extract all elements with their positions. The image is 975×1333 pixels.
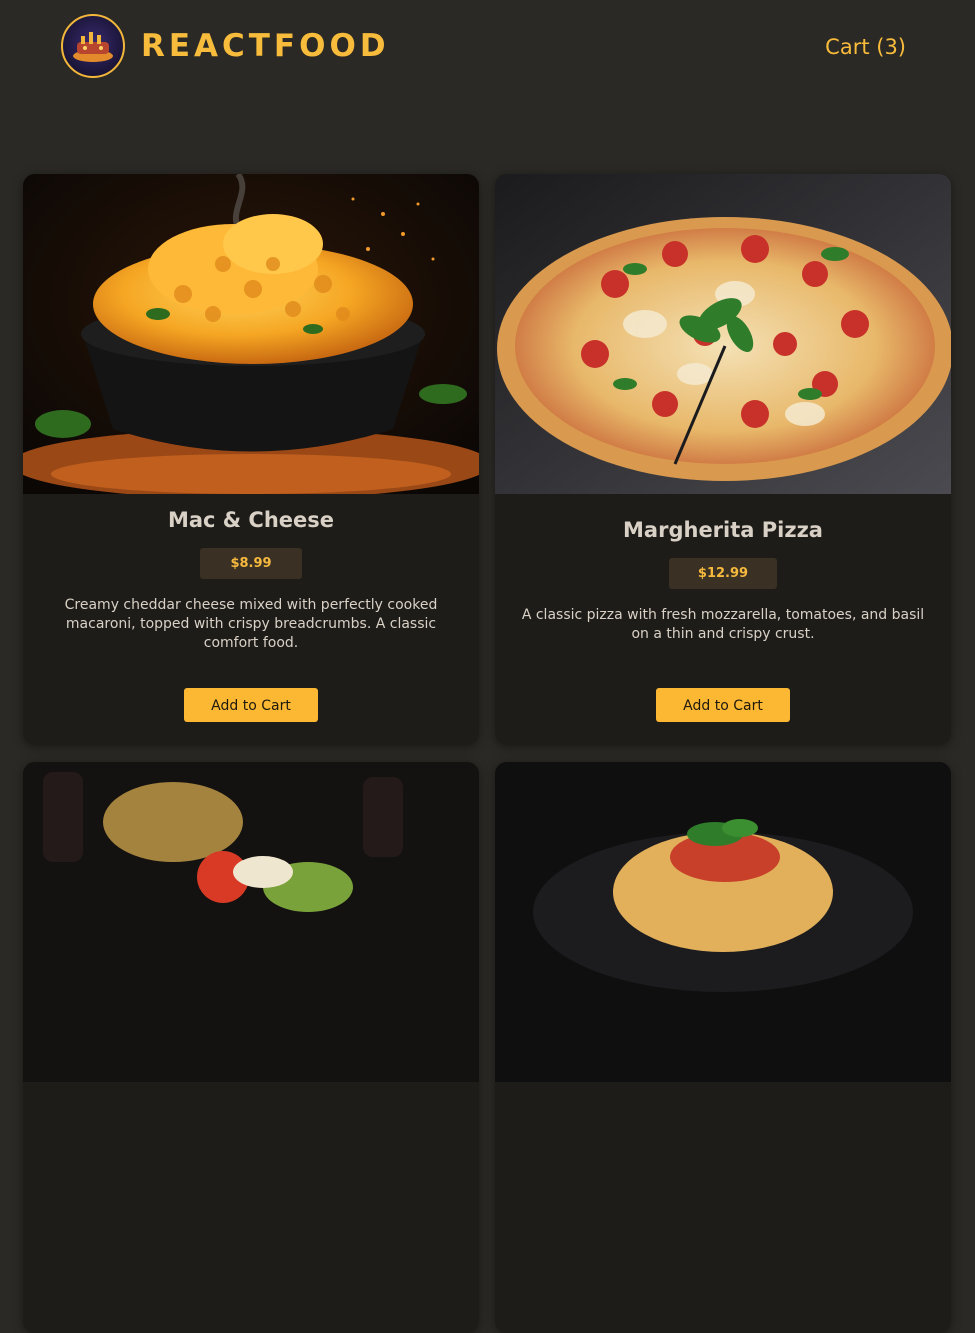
meal-title: Mac & Cheese — [167, 508, 335, 532]
logo-icon — [61, 14, 125, 78]
brand-title: REACTFOOD — [141, 28, 390, 64]
meal-image-salad — [23, 762, 479, 1082]
meal-description: Creamy cheddar cheese mixed with perfect… — [64, 597, 438, 651]
meal-price: $8.99 — [200, 548, 302, 579]
main-header: REACTFOOD Cart (3) — [0, 0, 975, 95]
meal-title: Margherita Pizza — [623, 518, 823, 542]
add-to-cart-button[interactable]: Add to Cart — [656, 688, 790, 722]
meal-description: A classic pizza with fresh mozzarella, t… — [521, 607, 925, 642]
meal-card-pasta — [495, 762, 951, 1333]
meal-image-mac-and-cheese — [23, 174, 479, 494]
meal-card-mac-and-cheese: Mac & Cheese $8.99 Creamy cheddar cheese… — [23, 174, 479, 745]
meal-image-pasta — [495, 762, 951, 1082]
meal-image-margherita-pizza — [495, 174, 951, 494]
meal-card-margherita-pizza: Margherita Pizza $12.99 A classic pizza … — [495, 174, 951, 745]
meal-price: $12.99 — [669, 558, 777, 589]
cart-button[interactable]: Cart (3) — [825, 31, 906, 63]
meal-card-salad — [23, 762, 479, 1333]
meal-body: Mac & Cheese $8.99 Creamy cheddar cheese… — [23, 494, 479, 745]
add-to-cart-button[interactable]: Add to Cart — [184, 688, 318, 722]
meal-body: Margherita Pizza $12.99 A classic pizza … — [495, 494, 951, 745]
